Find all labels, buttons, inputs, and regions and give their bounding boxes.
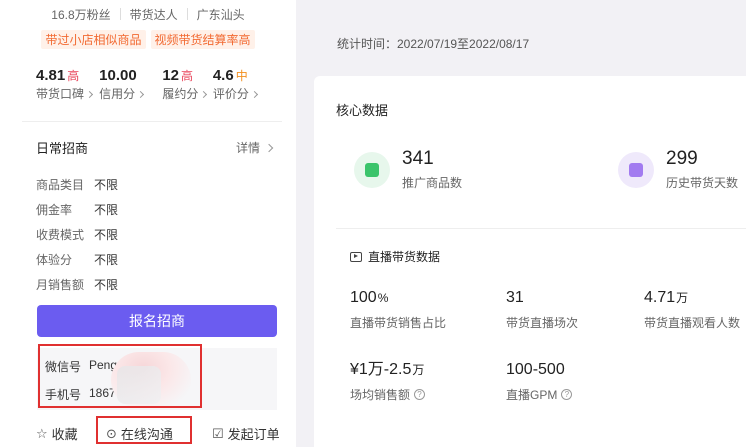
kpi-days: 299 历史带货天数 — [618, 148, 738, 191]
core-data-title: 核心数据 — [336, 103, 389, 118]
star-icon: ☆ — [36, 425, 48, 441]
live-data-title: 直播带货数据 — [350, 248, 440, 265]
video-play-icon — [350, 251, 362, 262]
recruit-info-list: 商品类目 不限 佣金率 不限 收费模式 不限 体验分 不限 月销售额 不限 — [36, 172, 118, 297]
metric-label: 带货直播观看人数 — [644, 316, 741, 330]
trend-chart-icon — [618, 151, 654, 188]
metric-value: 100 — [350, 289, 377, 306]
stat-time-range: 统计时间：2022/07/19至2022/08/17 — [337, 37, 530, 51]
metric-value: 100-500 — [506, 361, 565, 378]
core-data-card: 核心数据 341 推广商品数 299 历史带货天数 直播带货数据 100% 直播… — [314, 76, 746, 447]
chevron-right-icon — [250, 90, 258, 99]
chevron-right-icon — [200, 90, 208, 99]
score-summary: 4.81 高 带货口碑 10.00 信用分 12 高 履约分 4.6 中 评价分 — [36, 66, 276, 102]
detail-link-label: 详情 — [236, 141, 261, 155]
favorite-label: 收藏 — [51, 427, 78, 442]
score-value: 10.00 — [99, 67, 137, 84]
chevron-right-icon — [137, 90, 145, 99]
live-title-label: 直播带货数据 — [368, 250, 441, 264]
metric-live-viewers: 4.71万 带货直播观看人数 — [644, 288, 740, 331]
highlight-outline — [96, 416, 192, 444]
list-item: 收费模式 不限 — [36, 222, 118, 247]
divider — [336, 228, 746, 229]
kpi-label: 历史带货天数 — [666, 176, 739, 190]
apply-recruit-button[interactable]: 报名招商 — [37, 305, 277, 337]
kpi-products: 341 推广商品数 — [354, 148, 462, 191]
kpi-value: 299 — [666, 148, 698, 169]
metric-unit: % — [377, 291, 389, 305]
score-review[interactable]: 4.6 中 评价分 — [213, 66, 276, 102]
order-label: 发起订单 — [227, 427, 280, 442]
info-value: 不限 — [94, 178, 119, 192]
score-value: 4.6 — [212, 67, 234, 84]
score-label: 带货口碑 — [36, 87, 85, 101]
tag-row: 带过小店相似商品 视频带货结算率高 — [0, 30, 296, 49]
metric-value: ¥1万-2.5 — [350, 361, 412, 378]
metric-label: 直播GPM — [506, 388, 558, 402]
recruit-detail-link[interactable]: 详情 — [236, 139, 274, 156]
metric-value: 31 — [506, 289, 524, 306]
role-label: 带货达人 — [129, 8, 178, 22]
recruit-title: 日常招商 — [36, 141, 89, 156]
list-item: 商品类目 不限 — [36, 172, 118, 197]
score-label: 评价分 — [212, 87, 249, 101]
info-value: 不限 — [94, 203, 119, 217]
location-label: 广东汕头 — [196, 8, 245, 22]
info-value: 不限 — [94, 278, 119, 292]
chevron-right-icon — [85, 90, 94, 99]
metric-avg-sales: ¥1万-2.5万 场均销售额? — [350, 360, 426, 403]
online-chat-button[interactable]: ⊙ 在线沟通 — [96, 416, 212, 444]
kpi-label: 推广商品数 — [402, 176, 463, 190]
list-item: 佣金率 不限 — [36, 197, 118, 222]
info-key: 收费模式 — [36, 228, 85, 242]
info-key: 商品类目 — [36, 178, 85, 192]
metric-label: 直播带货销售占比 — [350, 316, 447, 330]
score-fulfillment[interactable]: 12 高 履约分 — [162, 66, 213, 102]
chevron-right-icon — [264, 143, 274, 153]
metric-live-sessions: 31 带货直播场次 — [506, 288, 578, 331]
info-key: 月销售额 — [36, 278, 85, 292]
metric-label: 场均销售额 — [350, 388, 411, 402]
fans-count: 16.8万粉丝 — [51, 8, 111, 22]
metric-unit: 万 — [676, 291, 689, 305]
metric-label: 带货直播场次 — [506, 316, 579, 330]
profile-meta: 16.8万粉丝 带货达人 广东汕头 — [0, 6, 296, 23]
metric-live-gpm: 100-500 直播GPM? — [506, 360, 573, 403]
score-grade: 中 — [235, 69, 248, 83]
score-credit[interactable]: 10.00 信用分 — [99, 66, 162, 102]
help-icon[interactable]: ? — [414, 389, 426, 400]
score-value: 12 — [162, 67, 179, 84]
info-key: 体验分 — [36, 253, 73, 267]
score-label: 履约分 — [162, 87, 199, 101]
kpi-value: 341 — [402, 148, 434, 169]
metric-live-sales-share: 100% 直播带货销售占比 — [350, 288, 446, 331]
bag-icon — [354, 151, 390, 188]
info-value: 不限 — [94, 253, 119, 267]
score-label: 信用分 — [99, 87, 136, 101]
create-order-button[interactable]: ☑ 发起订单 — [212, 424, 280, 443]
metric-unit: 万 — [412, 363, 425, 377]
list-item: 月销售额 不限 — [36, 272, 118, 297]
metric-value: 4.71 — [644, 289, 676, 306]
help-icon[interactable]: ? — [561, 389, 573, 400]
creator-profile-panel: 16.8万粉丝 带货达人 广东汕头 带过小店相似商品 视频带货结算率高 4.81… — [0, 0, 296, 447]
highlight-outline — [38, 344, 202, 408]
score-reputation[interactable]: 4.81 高 带货口碑 — [36, 66, 99, 102]
info-value: 不限 — [94, 228, 119, 242]
tag-similar-products: 带过小店相似商品 — [41, 30, 146, 49]
score-grade: 高 — [67, 69, 80, 83]
info-key: 佣金率 — [36, 203, 73, 217]
divider — [22, 121, 282, 122]
tag-high-settlement: 视频带货结算率高 — [150, 30, 255, 49]
score-grade: 高 — [181, 69, 194, 83]
score-value: 4.81 — [36, 67, 66, 84]
order-icon: ☑ — [212, 425, 224, 441]
list-item: 体验分 不限 — [36, 247, 118, 272]
bottom-actions: ☆ 收藏 ⊙ 在线沟通 ☑ 发起订单 — [36, 416, 286, 444]
